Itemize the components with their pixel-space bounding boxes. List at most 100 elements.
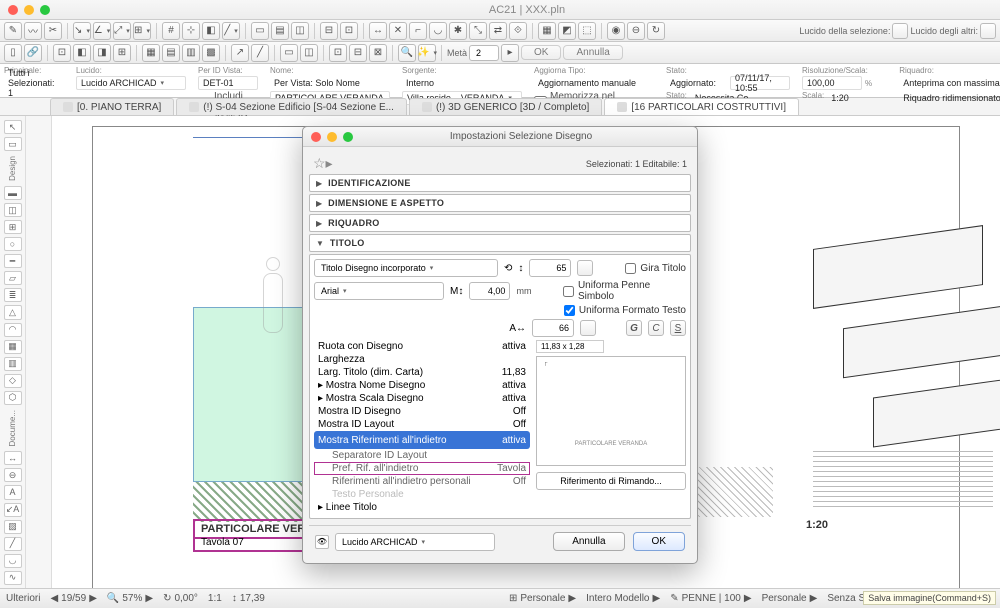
tool-3d2[interactable]: ◩ — [558, 22, 576, 40]
tool2-a[interactable]: ⊡ — [53, 44, 71, 62]
fill-tool-icon[interactable]: ▨ — [4, 520, 22, 534]
tool-fillet-icon[interactable]: ◡ — [429, 22, 447, 40]
object-tool-icon[interactable]: ⬡ — [4, 391, 22, 405]
selection-layer-swatch[interactable] — [892, 23, 908, 39]
tool2-b[interactable]: ◧ — [73, 44, 91, 62]
style-g-button[interactable]: G — [626, 320, 642, 336]
section-identificazione[interactable]: ▶IDENTIFICAZIONE — [309, 174, 691, 192]
pen-swatch-1[interactable] — [577, 260, 593, 276]
uniforma-formato-check[interactable]: Uniforma Formato Testo — [564, 305, 686, 316]
title-width-value[interactable]: 66 — [532, 319, 574, 337]
tab-piano-terra[interactable]: [0. PIANO TERRA] — [50, 98, 174, 115]
status-rotation[interactable]: ↻ 0,00° — [163, 593, 198, 604]
window-tool-icon[interactable]: ⊞ — [4, 220, 22, 234]
spline-tool-icon[interactable]: ∿ — [4, 571, 22, 585]
dim-tool-icon[interactable]: ↔ — [4, 451, 22, 465]
tool-snap2-icon[interactable]: ◧ — [202, 22, 220, 40]
section-dimensione[interactable]: ▶DIMENSIONE E ASPETTO — [309, 194, 691, 212]
level-tool-icon[interactable]: ⊖ — [4, 468, 22, 482]
prop-row[interactable]: Mostra Riferimenti all'indietroattiva — [314, 431, 530, 449]
tool2-c[interactable]: ◨ — [93, 44, 111, 62]
preview-size-field[interactable]: 11,83 x 1,28 — [536, 340, 604, 353]
shell-tool-icon[interactable]: ◠ — [4, 323, 22, 337]
dialog-cancel-button[interactable]: Annulla — [553, 532, 624, 551]
tab-3d-generico[interactable]: (!) 3D GENERICO [3D / Completo] — [409, 98, 602, 115]
prop-row[interactable]: Ruota con Disegnoattiva — [314, 340, 530, 353]
roof-tool-icon[interactable]: △ — [4, 305, 22, 319]
tool-intersect-icon[interactable]: ✱ — [449, 22, 467, 40]
pen-swatch-2[interactable] — [580, 320, 596, 336]
tool-brush-icon[interactable]: 〰 — [24, 22, 42, 40]
tool2-arrow[interactable]: ↗ — [231, 44, 249, 62]
per-id-vista-value[interactable]: DET-01 — [198, 76, 258, 90]
column-tool-icon[interactable]: ○ — [4, 237, 22, 251]
arc-tool-icon[interactable]: ◡ — [4, 554, 22, 568]
status-model[interactable]: Intero Modello ▶ — [586, 593, 660, 604]
tool-edit2[interactable]: ⊡ — [340, 22, 358, 40]
lucido-select[interactable]: Lucido ARCHICAD — [76, 76, 186, 90]
tool-misc2[interactable]: ▤ — [271, 22, 289, 40]
tool2-m3[interactable]: ⊠ — [369, 44, 387, 62]
line-tool-icon[interactable]: ╱ — [4, 537, 22, 551]
door-tool-icon[interactable]: ◫ — [4, 203, 22, 217]
status-pens[interactable]: ✎ PENNE | 100 ▶ — [670, 593, 751, 604]
tool-scissors-icon[interactable]: ✂ — [44, 22, 62, 40]
tool2-frame1[interactable]: ▭ — [280, 44, 298, 62]
font-size-value[interactable]: 4,00 — [469, 282, 510, 300]
tool-3d1[interactable]: ▦ — [538, 22, 556, 40]
tool-pencil-icon[interactable]: ✎ — [4, 22, 22, 40]
meta-value-input[interactable] — [469, 45, 499, 61]
tool-grid-icon[interactable]: # — [162, 22, 180, 40]
dialog-min-icon[interactable] — [327, 132, 337, 142]
favorites-star-icon[interactable]: ☆▸ — [313, 155, 333, 172]
dialog-layer-select[interactable]: Lucido ARCHICAD — [335, 533, 495, 551]
tool-snap1-icon[interactable]: ⊹ — [182, 22, 200, 40]
stepper-icon[interactable]: ▸ — [501, 44, 519, 62]
dialog-ok-button[interactable]: OK — [633, 532, 685, 551]
slab-tool-icon[interactable]: ▱ — [4, 271, 22, 285]
tool2-frame2[interactable]: ◫ — [300, 44, 318, 62]
prop-row[interactable]: Riferimenti all'indietro personaliOff — [314, 475, 530, 488]
status-penset[interactable]: ⊞ Personale ▶ — [509, 593, 576, 604]
tool-stretch-toggle[interactable]: ⤢ — [113, 22, 131, 40]
status-ratio[interactable]: 1:1 — [208, 593, 222, 604]
rimando-button[interactable]: Riferimento di Rimando... — [536, 472, 686, 490]
prop-row[interactable]: Testo Personale — [314, 488, 530, 501]
style-c-button[interactable]: C — [648, 320, 664, 336]
tool-arrow-toggle[interactable]: ↘ — [73, 22, 91, 40]
tool2-grid2[interactable]: ▤ — [162, 44, 180, 62]
title-height-value[interactable]: 65 — [529, 259, 571, 277]
risoluzione-value[interactable]: 100,00 — [802, 76, 862, 90]
prop-row[interactable]: ▸ Mostra Nome Disegnoattiva — [314, 379, 530, 392]
text-tool-icon[interactable]: A — [4, 485, 22, 499]
tool2-grid4[interactable]: ▩ — [202, 44, 220, 62]
status-elevation[interactable]: ↕ 17,39 — [232, 593, 265, 604]
title-type-select[interactable]: Titolo Disegno incorporato — [314, 259, 498, 277]
gira-titolo-check[interactable]: Gira Titolo — [625, 263, 686, 274]
tool-view2[interactable]: ⊖ — [627, 22, 645, 40]
others-layer-swatch[interactable] — [980, 23, 996, 39]
uniforma-penne-check[interactable]: Uniforma Penne Simbolo — [563, 280, 686, 302]
prop-row[interactable]: Mostra ID LayoutOff — [314, 418, 530, 431]
tool-resize-icon[interactable]: ⤡ — [469, 22, 487, 40]
zoom-window-icon[interactable] — [40, 5, 50, 15]
tool2-m2[interactable]: ⊟ — [349, 44, 367, 62]
section-riquadro[interactable]: ▶RIQUADRO — [309, 214, 691, 232]
stair-tool-icon[interactable]: ≣ — [4, 288, 22, 302]
prop-row[interactable]: Separatore ID Layout — [314, 449, 530, 462]
tool-offset-icon[interactable]: ⇄ — [489, 22, 507, 40]
tool-misc3[interactable]: ◫ — [291, 22, 309, 40]
tool2-grid1[interactable]: ▦ — [142, 44, 160, 62]
status-pages[interactable]: ◀ 19/59 ▶ — [50, 593, 96, 604]
prop-row[interactable]: ▸ Linee Titolo — [314, 501, 530, 514]
tool-measure-icon[interactable]: ↔ — [369, 22, 387, 40]
close-window-icon[interactable] — [8, 5, 18, 15]
curtain-tool-icon[interactable]: ▥ — [4, 357, 22, 371]
tool-extend-icon[interactable]: ⟐ — [509, 22, 527, 40]
tool-3d3[interactable]: ⬚ — [578, 22, 596, 40]
label-tool-icon[interactable]: ↙A — [4, 503, 22, 517]
tool2-zoom[interactable]: 🔍 — [398, 44, 416, 62]
prop-row[interactable]: Larg. Titolo (dim. Carta)11,83 — [314, 366, 530, 379]
tab-sezione[interactable]: (!) S-04 Sezione Edificio [S-04 Sezione … — [176, 98, 407, 115]
tool-guide-toggle[interactable]: ╱ — [222, 22, 240, 40]
